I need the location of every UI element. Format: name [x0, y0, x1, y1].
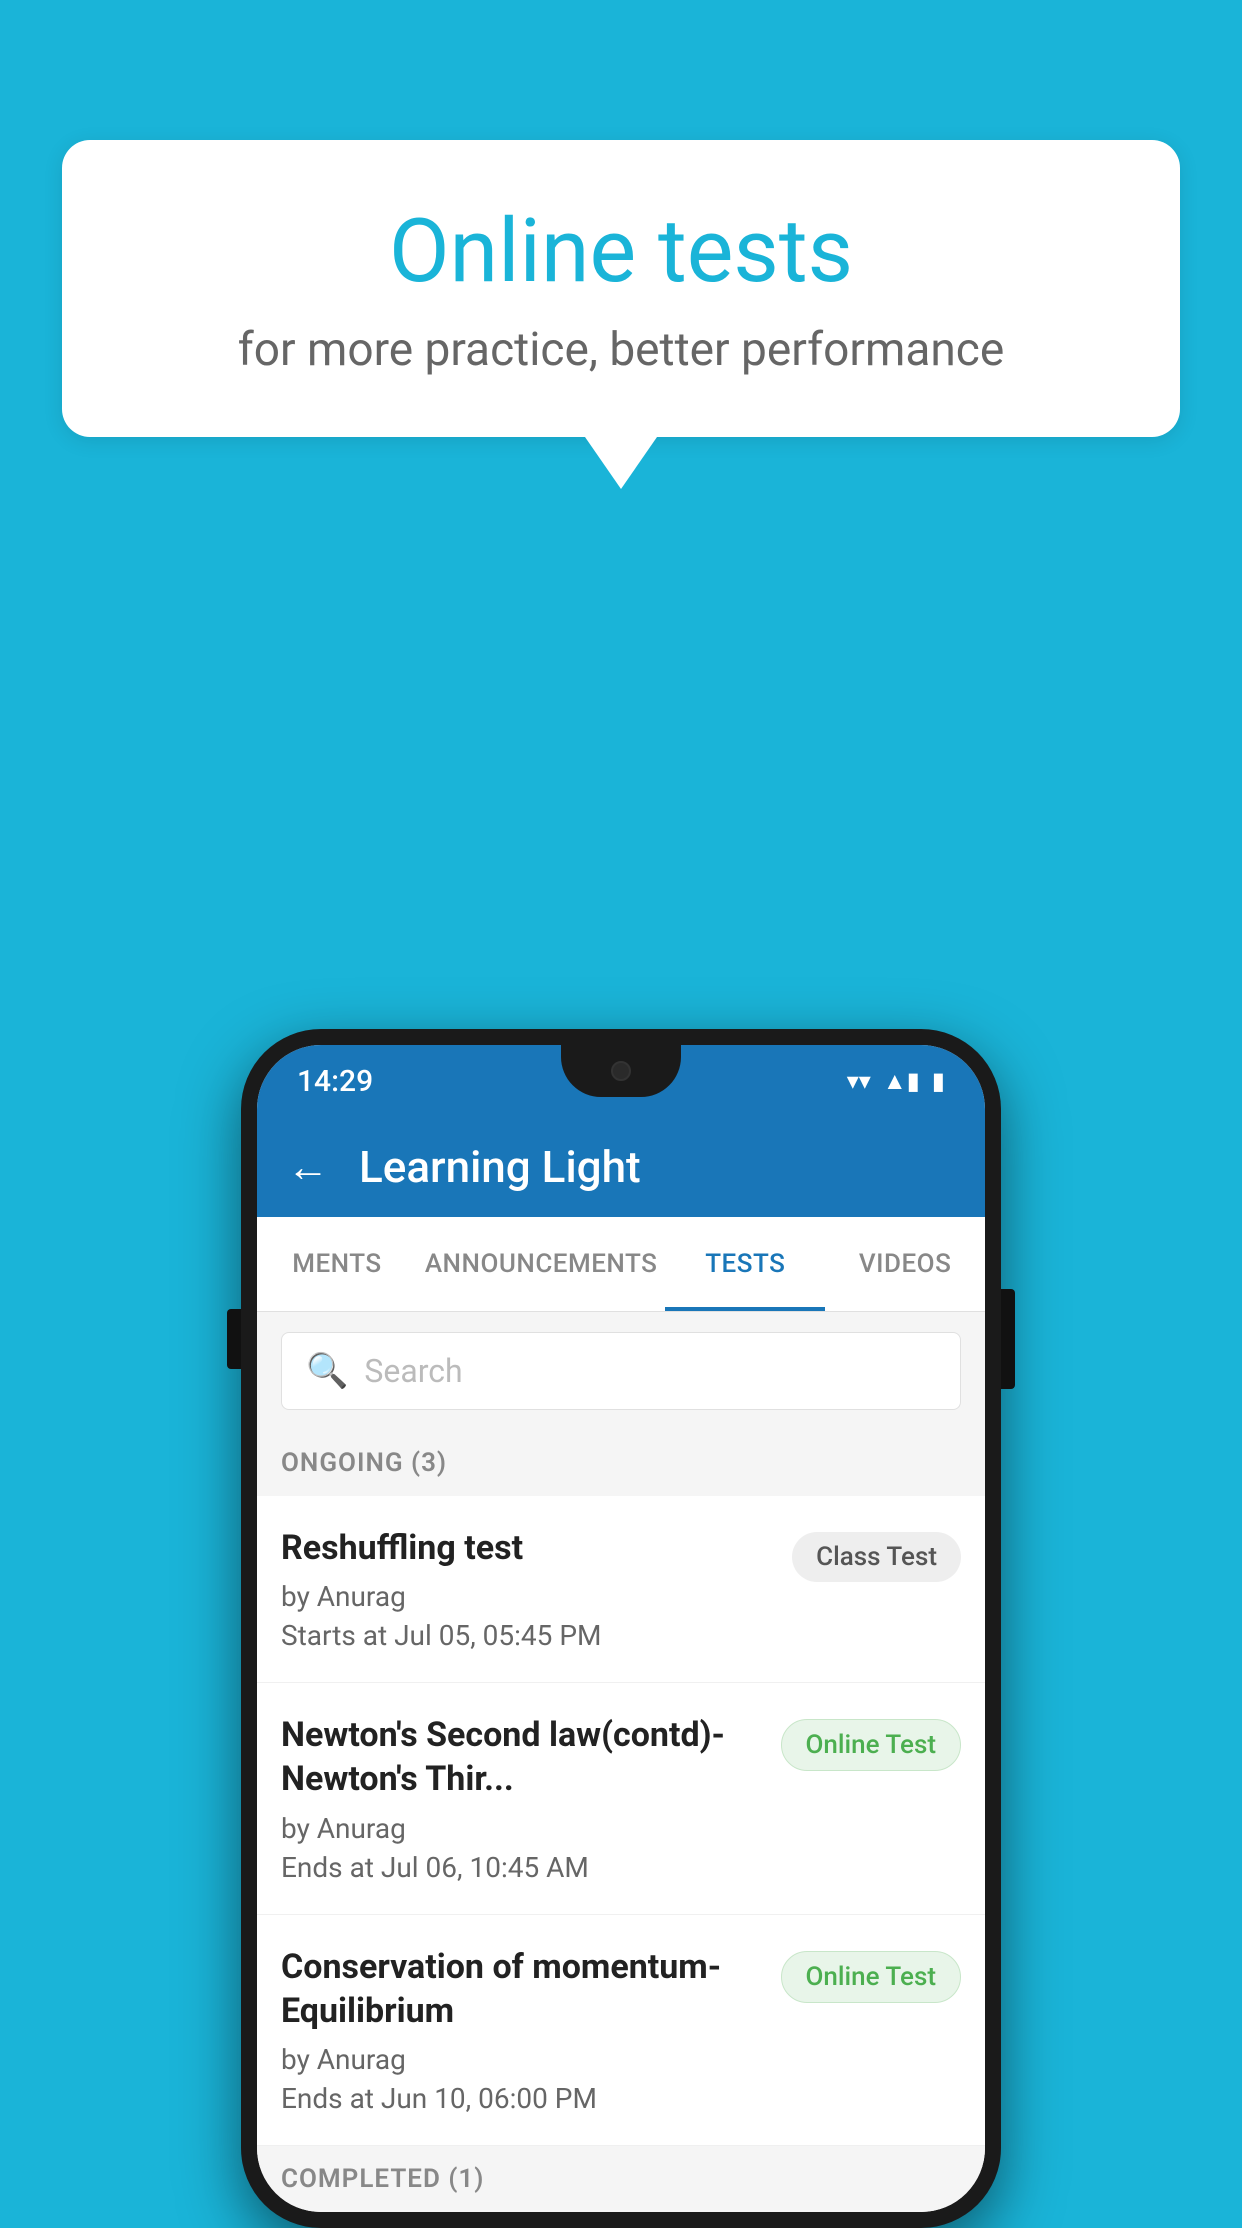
app-bar-title: Learning Light	[359, 1141, 641, 1193]
status-time: 14:29	[297, 1064, 373, 1099]
tabs-container: MENTS ANNOUNCEMENTS TESTS VIDEOS	[257, 1217, 985, 1312]
search-bar[interactable]: 🔍 Search	[281, 1332, 961, 1410]
ongoing-section-header: ONGOING (3)	[257, 1430, 985, 1496]
test-list: Reshuffling test by Anurag Starts at Jul…	[257, 1496, 985, 2146]
speech-bubble: Online tests for more practice, better p…	[62, 140, 1180, 437]
test-title-2: Newton's Second law(contd)-Newton's Thir…	[281, 1713, 765, 1801]
search-input[interactable]: Search	[364, 1352, 462, 1390]
test-time-3: Ends at Jun 10, 06:00 PM	[281, 2082, 765, 2115]
camera-dot	[611, 1061, 631, 1081]
status-icons: ▾▾ ▲▮ ▮	[847, 1067, 945, 1096]
test-item-3[interactable]: Conservation of momentum-Equilibrium by …	[257, 1915, 985, 2146]
test-badge-3: Online Test	[781, 1951, 962, 2003]
test-author-3: by Anurag	[281, 2043, 765, 2076]
test-author-1: by Anurag	[281, 1580, 776, 1613]
signal-icon: ▲▮	[883, 1067, 920, 1096]
test-time-2: Ends at Jul 06, 10:45 AM	[281, 1851, 765, 1884]
wifi-icon: ▾▾	[847, 1067, 871, 1095]
phone-screen: 14:29 ▾▾ ▲▮ ▮ ← Learning Light MENTS	[257, 1045, 985, 2212]
back-button[interactable]: ←	[287, 1143, 329, 1192]
search-icon: 🔍	[306, 1351, 348, 1391]
tab-videos[interactable]: VIDEOS	[825, 1217, 985, 1311]
battery-icon: ▮	[932, 1067, 945, 1095]
tab-tests[interactable]: TESTS	[665, 1217, 825, 1311]
tab-ments[interactable]: MENTS	[257, 1217, 417, 1311]
completed-section-header: COMPLETED (1)	[257, 2146, 985, 2212]
test-author-2: by Anurag	[281, 1812, 765, 1845]
app-bar: ← Learning Light	[257, 1117, 985, 1217]
status-bar: 14:29 ▾▾ ▲▮ ▮	[257, 1045, 985, 1117]
phone-wrapper: 14:29 ▾▾ ▲▮ ▮ ← Learning Light MENTS	[241, 1029, 1001, 2228]
test-info-2: Newton's Second law(contd)-Newton's Thir…	[281, 1713, 765, 1883]
test-time-1: Starts at Jul 05, 05:45 PM	[281, 1619, 776, 1652]
completed-header-text: COMPLETED (1)	[281, 2164, 484, 2194]
speech-bubble-title: Online tests	[142, 200, 1100, 303]
test-title-3: Conservation of momentum-Equilibrium	[281, 1945, 765, 2033]
test-info-3: Conservation of momentum-Equilibrium by …	[281, 1945, 765, 2115]
phone-frame: 14:29 ▾▾ ▲▮ ▮ ← Learning Light MENTS	[241, 1029, 1001, 2228]
tab-announcements[interactable]: ANNOUNCEMENTS	[417, 1217, 666, 1311]
speech-bubble-arrow	[585, 437, 657, 489]
ongoing-header-text: ONGOING (3)	[281, 1448, 447, 1478]
speech-bubble-subtitle: for more practice, better performance	[142, 323, 1100, 377]
speech-bubble-container: Online tests for more practice, better p…	[62, 140, 1180, 489]
test-badge-1: Class Test	[792, 1532, 961, 1582]
test-info-1: Reshuffling test by Anurag Starts at Jul…	[281, 1526, 776, 1652]
test-title-1: Reshuffling test	[281, 1526, 776, 1570]
search-container: 🔍 Search	[257, 1312, 985, 1430]
notch	[561, 1045, 681, 1097]
test-badge-2: Online Test	[781, 1719, 962, 1771]
test-item-2[interactable]: Newton's Second law(contd)-Newton's Thir…	[257, 1683, 985, 1914]
test-item[interactable]: Reshuffling test by Anurag Starts at Jul…	[257, 1496, 985, 1683]
